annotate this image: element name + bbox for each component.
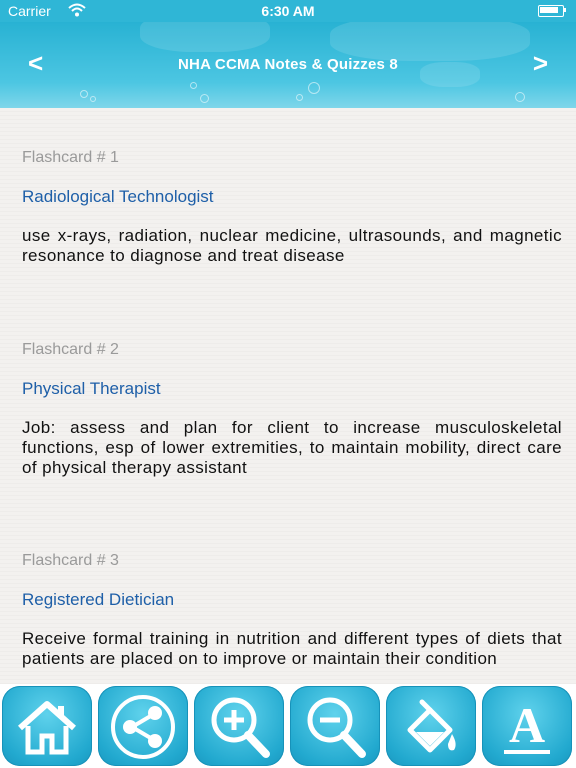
- battery-icon: [538, 5, 568, 17]
- flashcard-term: Radiological Technologist: [22, 187, 214, 206]
- bubble-decoration: [90, 96, 96, 102]
- page-title: NHA CCMA Notes & Quizzes 8: [178, 56, 398, 73]
- status-bar: Carrier 6:30 AM: [0, 0, 576, 22]
- flashcard-number: Flashcard # 1: [22, 149, 119, 166]
- home-button[interactable]: [2, 686, 92, 766]
- bubble-decoration: [515, 92, 525, 102]
- status-time: 6:30 AM: [261, 3, 315, 19]
- app-header: < NHA CCMA Notes & Quizzes 8 >: [0, 22, 576, 108]
- flashcard-definition: Receive formal training in nutrition and…: [22, 629, 562, 668]
- zoom-in-icon: [211, 697, 270, 758]
- zoom-out-button[interactable]: [290, 686, 380, 766]
- bubble-decoration: [200, 94, 209, 103]
- paint-bucket-icon: [407, 699, 456, 753]
- flashcard-definition: Job: assess and plan for client to incre…: [22, 418, 562, 477]
- next-button[interactable]: >: [533, 48, 548, 79]
- font-icon: A: [504, 697, 550, 754]
- share-icon: [111, 695, 175, 759]
- flashcard-term: Registered Dietician: [22, 590, 175, 609]
- font-icon-letter: A: [509, 697, 545, 753]
- zoom-out-icon: [307, 697, 366, 758]
- home-icon: [18, 701, 76, 755]
- bubble-decoration: [308, 82, 320, 94]
- flashcard-number: Flashcard # 3: [22, 552, 119, 569]
- flashcard-number: Flashcard # 2: [22, 341, 119, 358]
- bubble-decoration: [190, 82, 197, 89]
- flashcard-definition: use x-rays, radiation, nuclear medicine,…: [22, 226, 562, 265]
- share-button[interactable]: [98, 686, 188, 766]
- flashcard: Flashcard # 3 Registered Dietician Recei…: [22, 552, 562, 669]
- bubble-decoration: [80, 90, 88, 98]
- world-map-decoration: [140, 22, 270, 52]
- battery-level: [540, 7, 558, 13]
- theme-button[interactable]: [386, 686, 476, 766]
- zoom-in-button[interactable]: [194, 686, 284, 766]
- flashcard-list[interactable]: Flashcard # 1 Radiological Technologist …: [0, 108, 576, 684]
- font-size-button[interactable]: A: [482, 686, 572, 766]
- flashcard: Flashcard # 2 Physical Therapist Job: as…: [22, 341, 562, 478]
- flashcard: Flashcard # 1 Radiological Technologist …: [22, 149, 562, 266]
- bubble-decoration: [296, 94, 303, 101]
- bottom-toolbar: A: [0, 684, 576, 768]
- flashcard-term: Physical Therapist: [22, 379, 161, 398]
